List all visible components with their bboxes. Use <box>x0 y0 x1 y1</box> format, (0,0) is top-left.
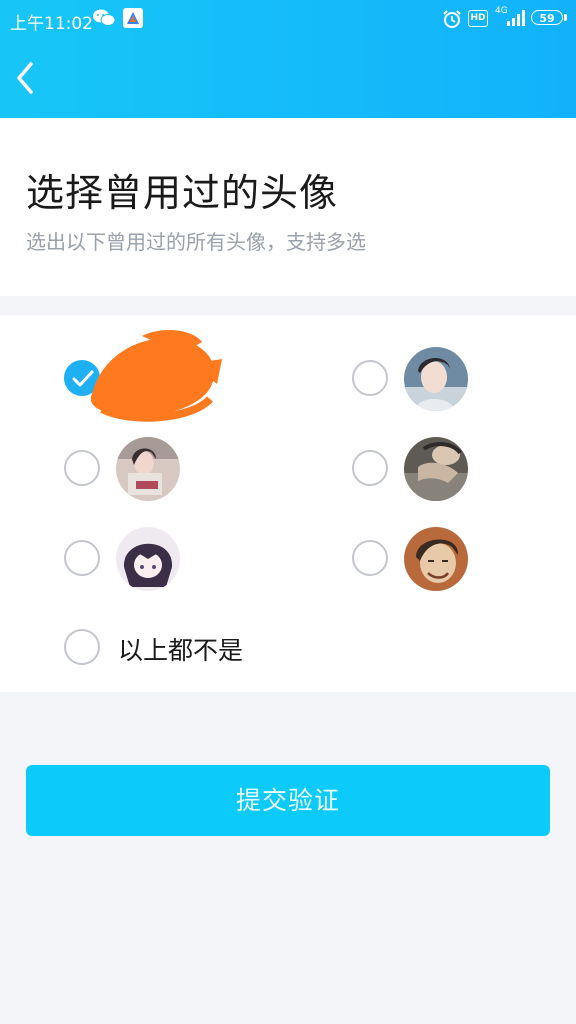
none-of-above-label: 以上都不是 <box>118 636 244 665</box>
back-button[interactable] <box>10 58 40 98</box>
radio-unchecked[interactable] <box>352 540 388 576</box>
radio-unchecked[interactable] <box>64 450 100 486</box>
title-card: 选择曾用过的头像 选出以下曾用过的所有头像，支持多选 <box>0 118 576 296</box>
page-title: 选择曾用过的头像 <box>26 171 339 215</box>
status-bar: 上午11:02 HD 4G 59 <box>0 0 576 38</box>
avatar-image <box>404 347 468 411</box>
battery-icon: 59 <box>531 10 563 25</box>
avatar-option-5[interactable] <box>64 527 184 597</box>
alarm-icon <box>443 10 461 28</box>
avatar-image <box>404 437 468 501</box>
app-icon <box>123 8 143 28</box>
radio-unchecked[interactable] <box>64 629 100 665</box>
avatar-image <box>404 527 468 591</box>
avatar-option-6[interactable] <box>352 527 472 597</box>
avatar-image <box>116 437 180 501</box>
signal-icon <box>507 10 525 26</box>
hd-badge: HD <box>468 10 488 27</box>
status-time: 上午11:02 <box>10 14 93 34</box>
avatar-option-list: 以上都不是 <box>0 315 576 692</box>
submit-button[interactable]: 提交验证 <box>26 765 550 836</box>
radio-unchecked[interactable] <box>352 360 388 396</box>
radio-unchecked[interactable] <box>352 450 388 486</box>
radio-unchecked[interactable] <box>64 540 100 576</box>
redaction-scribble <box>90 330 222 422</box>
battery-cap <box>564 14 567 21</box>
page-subtitle: 选出以下曾用过的所有头像，支持多选 <box>26 230 366 254</box>
avatar-option-2[interactable] <box>352 347 472 417</box>
avatar-image <box>116 527 180 591</box>
wechat-icon <box>93 9 116 26</box>
avatar-option-3[interactable] <box>64 437 184 507</box>
header-bar: 上午11:02 HD 4G 59 <box>0 0 576 118</box>
avatar-option-4[interactable] <box>352 437 472 507</box>
